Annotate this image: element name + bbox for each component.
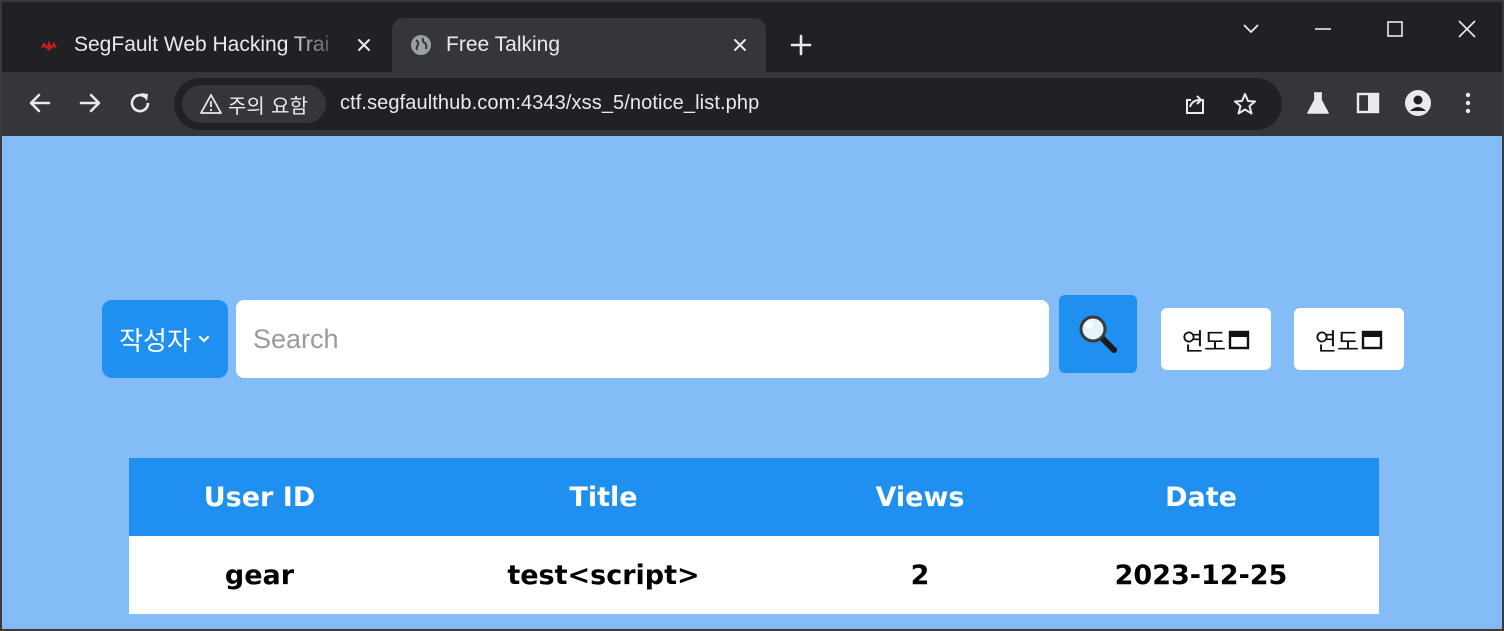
search-filter-value: 작성자 [119,326,191,357]
tab-free-talking[interactable]: Free Talking [392,18,766,72]
column-header-views: Views [817,458,1023,536]
chevron-down-icon [198,335,209,343]
start-date-placeholder: 연도 [1181,327,1227,356]
forward-arrow-icon[interactable] [76,89,104,117]
side-panel-icon[interactable] [1354,89,1382,117]
address-bar[interactable]: 주의 요함 ctf.segfaulthub.com:4343/xss_5/not… [174,78,1282,130]
back-arrow-icon[interactable] [26,89,54,117]
labs-flask-icon[interactable] [1304,89,1332,117]
calendar-icon[interactable] [1361,328,1383,350]
bookmark-star-icon[interactable] [1232,91,1258,117]
cell-user-id: gear [129,536,390,614]
column-header-title: Title [390,458,817,536]
start-date-input[interactable]: 연도 [1161,308,1271,370]
globe-icon [411,35,431,55]
notice-table: User ID Title Views Date gear test<scrip… [129,458,1379,614]
tab-title: Free Talking [446,33,561,56]
magnifier-icon [1079,315,1117,353]
search-button[interactable] [1059,295,1137,373]
column-header-user-id: User ID [129,458,390,536]
window-close-icon[interactable] [1454,16,1480,42]
cell-date: 2023-12-25 [1023,536,1379,614]
close-icon[interactable] [730,35,750,55]
share-icon[interactable] [1182,91,1208,117]
calendar-icon[interactable] [1228,328,1250,350]
search-input[interactable] [236,300,1049,378]
cell-title[interactable]: test<script> [390,536,817,614]
column-header-date: Date [1023,458,1379,536]
minimize-icon[interactable] [1310,16,1336,42]
tab-title: SegFault Web Hacking Trai [74,33,330,56]
search-filter-select[interactable]: 작성자 [102,300,228,378]
search-bar: 작성자 연도 연도 [102,295,1412,378]
cell-views: 2 [817,536,1023,614]
browser-window: SegFault Web Hacking Trai Free Talking 주… [0,0,1504,631]
tab-search-chevron-icon[interactable] [1238,16,1264,42]
end-date-input[interactable]: 연도 [1294,308,1404,370]
segfault-favicon-icon [41,40,57,51]
end-date-placeholder: 연도 [1314,327,1360,356]
close-icon[interactable] [354,35,374,55]
new-tab-plus-icon[interactable] [788,32,814,58]
table-header-row: User ID Title Views Date [129,458,1379,536]
profile-avatar-icon[interactable] [1404,89,1432,117]
table-row[interactable]: gear test<script> 2 2023-12-25 [129,536,1379,614]
maximize-icon[interactable] [1382,16,1408,42]
security-warning-chip[interactable]: 주의 요함 [182,85,326,123]
browser-toolbar: 주의 요함 ctf.segfaulthub.com:4343/xss_5/not… [2,72,1502,136]
tab-segfault[interactable]: SegFault Web Hacking Trai [20,18,390,72]
url-text[interactable]: ctf.segfaulthub.com:4343/xss_5/notice_li… [340,92,759,115]
menu-dots-icon[interactable] [1454,89,1482,117]
security-chip-label: 주의 요함 [228,93,308,118]
tab-strip: SegFault Web Hacking Trai Free Talking [2,2,1502,72]
warning-triangle-icon [200,94,222,114]
reload-icon[interactable] [126,89,154,117]
page-content: 작성자 연도 연도 [2,136,1502,629]
